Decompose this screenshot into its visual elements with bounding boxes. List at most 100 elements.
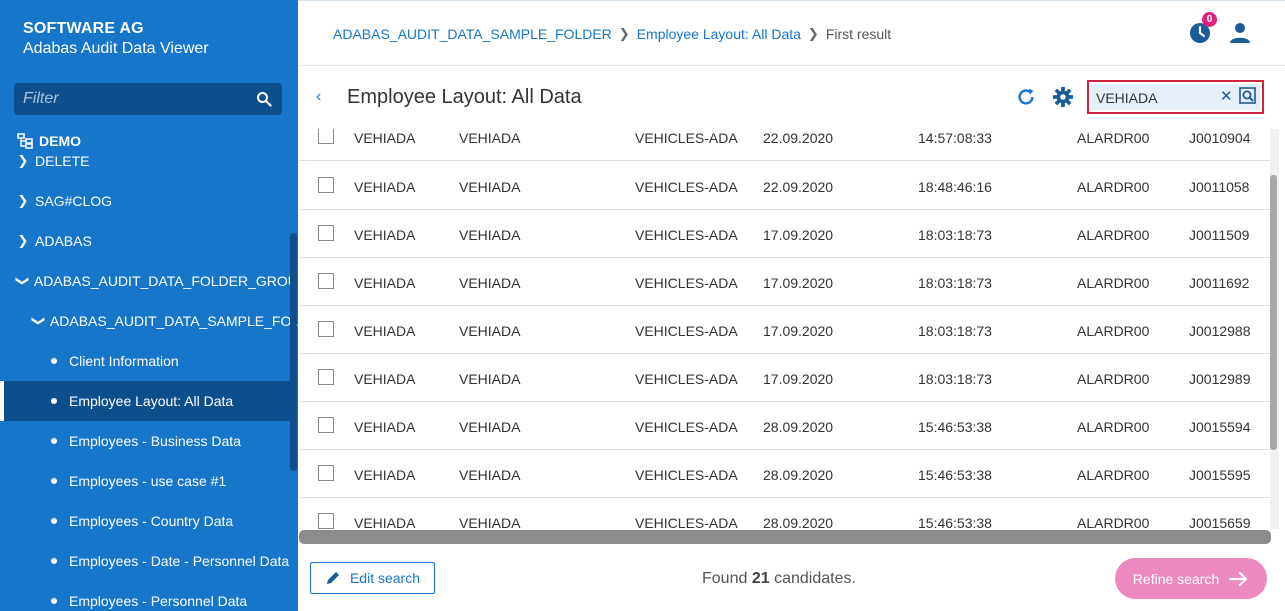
table-row[interactable]: VEHIADA VEHIADA VEHICLES-ADA 28.09.2020 15:4… [299, 402, 1270, 450]
col-user-cell: ALARDR00 [1077, 323, 1150, 339]
nav-item-employees-date-personnel[interactable]: Employees - Date - Personnel Data [0, 541, 290, 581]
nav-item-adabas[interactable]: ❯ ADABAS [0, 221, 290, 261]
table-row[interactable]: VEHIADA VEHIADA VEHICLES-ADA 28.09.2020 15:4… [299, 450, 1270, 498]
chevron-down-icon: ❯ [31, 315, 47, 327]
refresh-icon[interactable] [1015, 86, 1037, 108]
edit-search-button[interactable]: Edit search [310, 562, 435, 594]
row-checkbox[interactable] [318, 177, 334, 193]
found-prefix: Found [702, 570, 748, 587]
sidebar: SOFTWARE AG Adabas Audit Data Viewer DEM… [0, 0, 298, 611]
refine-search-button[interactable]: Refine search [1115, 558, 1267, 599]
filter-box [14, 83, 282, 115]
row-checkbox[interactable] [318, 465, 334, 481]
table-row[interactable]: VEHIADA VEHIADA VEHICLES-ADA 17.09.2020 18:0… [299, 210, 1270, 258]
pencil-icon [326, 572, 339, 584]
chevron-right-icon: ❯ [618, 26, 630, 41]
breadcrumb-folder[interactable]: ADABAS_AUDIT_DATA_SAMPLE_FOLDER [333, 26, 612, 42]
search-field[interactable]: VEHIADA ✕ [1087, 80, 1264, 114]
col-file-cell: VEHICLES-ADA [635, 130, 738, 146]
nav-item-client-information[interactable]: Client Information [0, 341, 290, 381]
nav-item-label: Employee Layout: All Data [69, 393, 234, 409]
found-count: 21 [751, 570, 770, 587]
nav-item-employee-layout-all-data[interactable]: Employee Layout: All Data [0, 381, 290, 421]
col-job-cell: J0012989 [1189, 371, 1251, 387]
col-user-cell: ALARDR00 [1077, 130, 1150, 146]
row-checkbox[interactable] [318, 321, 334, 337]
col-name-cell: VEHIADA [354, 275, 416, 291]
table-row[interactable]: VEHIADA VEHIADA VEHICLES-ADA 22.09.2020 14:5… [299, 129, 1270, 161]
table-row[interactable]: VEHIADA VEHIADA VEHICLES-ADA 28.09.2020 15:4… [299, 498, 1270, 529]
col-file-cell: VEHICLES-ADA [635, 227, 738, 243]
nav-item-label: ADABAS_AUDIT_DATA_FOLDER_GROUP [33, 273, 298, 289]
table-horizontal-scrollbar[interactable] [299, 530, 1271, 544]
brand: SOFTWARE AG Adabas Audit Data Viewer [23, 20, 209, 58]
col-short-cell: VEHIADA [459, 275, 521, 291]
chevron-right-icon: ❯ [17, 233, 29, 248]
nav-item-sag-clog[interactable]: ❯ SAG#CLOG [0, 181, 290, 221]
col-file-cell: VEHICLES-ADA [635, 515, 738, 529]
col-short-cell: VEHIADA [459, 371, 521, 387]
table-vertical-scroll-thumb[interactable] [1270, 175, 1277, 450]
col-date-cell: 17.09.2020 [763, 275, 834, 291]
user-icon[interactable] [1228, 21, 1252, 45]
edit-search-label: Edit search [349, 570, 421, 586]
col-file-cell: VEHICLES-ADA [635, 467, 738, 483]
nav-item-sample-folder[interactable]: ❯ ADABAS_AUDIT_DATA_SAMPLE_FO... [0, 301, 298, 341]
back-button[interactable]: ‹ [316, 88, 321, 106]
breadcrumb: ADABAS_AUDIT_DATA_SAMPLE_FOLDER ❯ Employ… [333, 26, 891, 42]
filter-input[interactable] [14, 83, 244, 115]
row-checkbox[interactable] [318, 369, 334, 385]
nav-item-employees-use-case-1[interactable]: Employees - use case #1 [0, 461, 290, 501]
row-checkbox[interactable] [318, 273, 334, 289]
col-file-cell: VEHICLES-ADA [635, 419, 738, 435]
refine-search-label: Refine search [1132, 570, 1220, 587]
sidebar-scrollbar[interactable] [290, 233, 297, 471]
col-time-cell: 18:03:18:73 [918, 371, 992, 387]
search-value[interactable]: VEHIADA [1096, 90, 1157, 106]
clear-icon[interactable]: ✕ [1220, 87, 1233, 105]
nav-item-employees-business-data[interactable]: Employees - Business Data [0, 421, 290, 461]
col-user-cell: ALARDR00 [1077, 371, 1150, 387]
col-date-cell: 28.09.2020 [763, 467, 834, 483]
bullet-icon [51, 478, 57, 484]
col-date-cell: 17.09.2020 [763, 371, 834, 387]
col-user-cell: ALARDR00 [1077, 275, 1150, 291]
col-date-cell: 17.09.2020 [763, 227, 834, 243]
row-checkbox[interactable] [318, 225, 334, 241]
bullet-icon [51, 358, 57, 364]
col-user-cell: ALARDR00 [1077, 227, 1150, 243]
col-time-cell: 18:03:18:73 [918, 275, 992, 291]
row-checkbox[interactable] [318, 417, 334, 433]
nav-item-label: Client Information [69, 353, 179, 369]
page-title: Employee Layout: All Data [347, 86, 582, 108]
col-job-cell: J0015659 [1189, 515, 1251, 529]
top-header: ADABAS_AUDIT_DATA_SAMPLE_FOLDER ❯ Employ… [298, 0, 1285, 66]
nav-item-label: Employees - Date - Personnel Data [69, 553, 290, 569]
col-user-cell: ALARDR00 [1077, 179, 1150, 195]
nav-item-label: Employees - use case #1 [69, 473, 227, 489]
search-icon[interactable] [1239, 87, 1256, 104]
table-row[interactable]: VEHIADA VEHIADA VEHICLES-ADA 22.09.2020 18:4… [299, 162, 1270, 210]
nav-item-employees-personnel-data[interactable]: Employees - Personnel Data [0, 581, 290, 611]
chevron-down-icon: ❯ [15, 275, 31, 287]
col-name-cell: VEHIADA [354, 130, 416, 146]
gear-icon[interactable] [1052, 86, 1074, 108]
breadcrumb-layout[interactable]: Employee Layout: All Data [637, 26, 801, 42]
nav-item-employees-country-data[interactable]: Employees - Country Data [0, 501, 290, 541]
chevron-right-icon: ❯ [17, 153, 29, 168]
nav-item-delete[interactable]: ❯ DELETE [0, 141, 290, 181]
app-root: SOFTWARE AG Adabas Audit Data Viewer DEM… [0, 0, 1285, 611]
search-icon[interactable] [256, 91, 272, 107]
table-row[interactable]: VEHIADA VEHIADA VEHICLES-ADA 17.09.2020 18:0… [299, 258, 1270, 306]
nav-item-folder-group[interactable]: ❯ ADABAS_AUDIT_DATA_FOLDER_GROUP [0, 261, 298, 301]
col-date-cell: 22.09.2020 [763, 179, 834, 195]
table-row[interactable]: VEHIADA VEHIADA VEHICLES-ADA 17.09.2020 18:0… [299, 354, 1270, 402]
col-name-cell: VEHIADA [354, 371, 416, 387]
table-row[interactable]: VEHIADA VEHIADA VEHICLES-ADA 17.09.2020 18:0… [299, 306, 1270, 354]
col-name-cell: VEHIADA [354, 227, 416, 243]
found-suffix: candidates. [774, 570, 856, 587]
notification-badge: 0 [1202, 12, 1217, 27]
nav-item-label: Employees - Business Data [69, 433, 241, 449]
row-checkbox[interactable] [318, 129, 334, 144]
row-checkbox[interactable] [318, 513, 334, 529]
